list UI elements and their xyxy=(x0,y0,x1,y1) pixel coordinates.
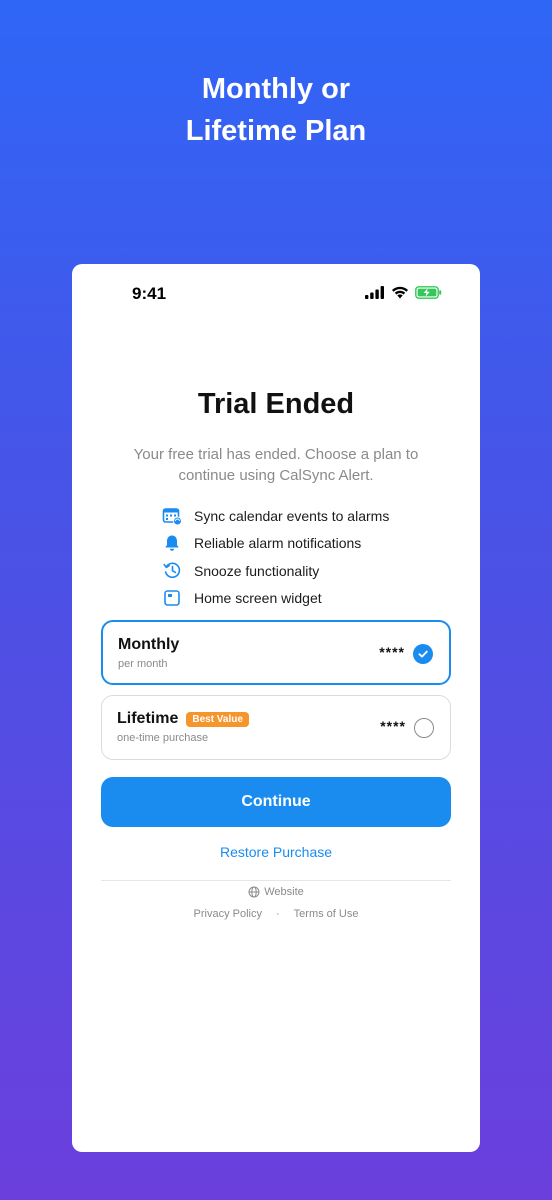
plan-name-label: Lifetime xyxy=(117,710,179,727)
feature-item: Home screen widget xyxy=(162,585,442,613)
plan-option-monthly[interactable]: Monthly per month **** xyxy=(101,620,451,685)
plan-subtitle: per month xyxy=(118,658,168,670)
plan-option-lifetime[interactable]: Lifetime Best Value one-time purchase **… xyxy=(101,695,451,760)
plan-price: **** xyxy=(380,718,406,734)
feature-item: Snooze functionality xyxy=(162,557,442,585)
feature-item: Sync calendar events to alarms xyxy=(162,502,442,530)
calendar-sync-icon xyxy=(162,506,182,526)
plan-name-label: Monthly xyxy=(118,636,180,653)
page-title: Trial Ended xyxy=(197,388,355,420)
plan-name: Monthly xyxy=(118,636,179,654)
feature-label: Snooze functionality xyxy=(194,562,320,579)
privacy-policy-link[interactable]: Privacy Policy xyxy=(194,908,262,920)
globe-icon xyxy=(248,886,260,898)
wifi-icon xyxy=(392,286,408,299)
best-value-badge: Best Value xyxy=(186,711,249,727)
phone-screen: 9:41 Trial Ended Your free trial has end… xyxy=(72,264,480,1152)
radio-unchecked-icon[interactable] xyxy=(414,718,434,738)
feature-item: Reliable alarm notifications xyxy=(162,530,442,558)
battery-charging-icon xyxy=(415,286,442,299)
feature-list: Sync calendar events to alarms Reliable … xyxy=(162,502,442,612)
website-link[interactable]: Website xyxy=(72,886,480,898)
plan-price: **** xyxy=(379,644,405,660)
feature-label: Reliable alarm notifications xyxy=(194,535,362,552)
footer-separator: · xyxy=(276,908,280,920)
signal-icon xyxy=(365,286,384,299)
page-subtitle: Your free trial has ended. Choose a plan… xyxy=(133,446,419,484)
continue-button[interactable]: Continue xyxy=(101,777,451,827)
radio-checked-icon[interactable] xyxy=(413,644,433,664)
feature-label: Sync calendar events to alarms xyxy=(194,507,390,524)
restore-purchase-link[interactable]: Restore Purchase xyxy=(72,844,480,860)
divider xyxy=(101,880,451,881)
snooze-clock-icon xyxy=(162,561,182,581)
headline-line-2: Lifetime Plan xyxy=(185,115,367,147)
status-bar: 9:41 xyxy=(72,264,480,324)
widget-icon xyxy=(162,588,182,608)
feature-label: Home screen widget xyxy=(194,590,322,607)
plan-name: Lifetime Best Value xyxy=(117,710,249,728)
terms-of-use-link[interactable]: Terms of Use xyxy=(294,908,359,920)
footer-links: Privacy Policy · Terms of Use xyxy=(72,908,480,920)
plan-subtitle: one-time purchase xyxy=(117,732,209,744)
bell-icon xyxy=(162,533,182,553)
headline-line-1: Monthly or xyxy=(201,73,351,105)
status-icons xyxy=(365,286,442,299)
status-time: 9:41 xyxy=(132,284,167,303)
website-label: Website xyxy=(264,886,304,898)
marketing-headline: Monthly or Lifetime Plan xyxy=(0,68,552,152)
